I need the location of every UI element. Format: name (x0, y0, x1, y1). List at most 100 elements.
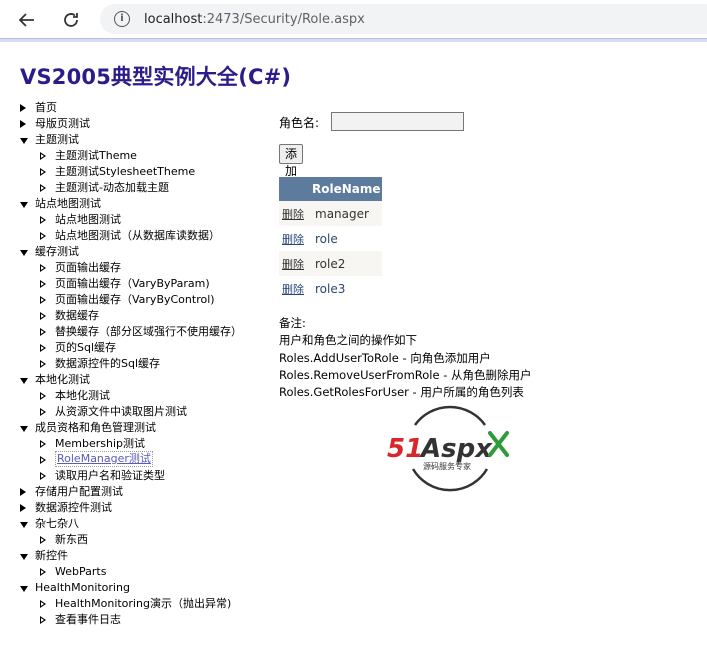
tree-node[interactable]: 站点地图测试（从数据库读数据） (18, 228, 268, 244)
tree-node-label[interactable]: 本地化测试 (35, 372, 90, 388)
tree-node[interactable]: 新控件 (18, 548, 268, 564)
tree-node-label[interactable]: HealthMonitoring演示（抛出异常) (55, 596, 231, 612)
tree-node[interactable]: 页面输出缓存 (18, 260, 268, 276)
tree-node-label[interactable]: 站点地图测试 (55, 212, 121, 228)
delete-cell: 删除 (279, 251, 312, 276)
note-line: 用户和角色之间的操作如下 (279, 333, 417, 348)
tree-node-label[interactable]: 页面输出缓存 (55, 260, 121, 276)
address-bar[interactable]: i localhost:2473/Security/Role.aspx (100, 4, 707, 34)
tree-node-label[interactable]: 新控件 (35, 548, 68, 564)
expand-triangle-icon[interactable] (20, 488, 26, 496)
tree-node-label[interactable]: WebParts (55, 564, 106, 580)
leaf-triangle-icon (40, 280, 46, 288)
tree-node[interactable]: 主题测试Theme (18, 148, 268, 164)
expand-triangle-icon[interactable] (20, 504, 26, 512)
leaf-triangle-icon (40, 312, 46, 320)
tree-node-label[interactable]: 主题测试-动态加载主题 (55, 180, 169, 196)
collapse-triangle-icon[interactable] (20, 522, 28, 528)
grid-header-spacer (279, 177, 312, 201)
tree-node-label[interactable]: 页面输出缓存（VaryByParam) (55, 276, 210, 292)
tree-node-label[interactable]: 本地化测试 (55, 388, 110, 404)
delete-link[interactable]: 删除 (282, 208, 304, 221)
tree-node-label[interactable]: 母版页测试 (35, 116, 90, 132)
tree-node[interactable]: WebParts (18, 564, 268, 580)
delete-link[interactable]: 删除 (282, 283, 304, 296)
grid-row: 删除 role3 (279, 276, 382, 301)
grid-row: 删除 manager (279, 201, 382, 226)
collapse-triangle-icon[interactable] (20, 378, 28, 384)
tree-node[interactable]: 缓存测试 (18, 244, 268, 260)
expand-triangle-icon[interactable] (20, 120, 26, 128)
tree-node-label[interactable]: 主题测试 (35, 132, 79, 148)
expand-triangle-icon[interactable] (20, 104, 26, 112)
tree-node-label[interactable]: 主题测试Theme (55, 148, 137, 164)
collapse-triangle-icon[interactable] (20, 138, 28, 144)
tree-node-label[interactable]: 读取用户名和验证类型 (55, 468, 165, 484)
leaf-triangle-icon (40, 216, 46, 224)
tree-node[interactable]: 页面输出缓存（VaryByParam) (18, 276, 268, 292)
tree-node[interactable]: 首页 (18, 100, 268, 116)
tree-node-label[interactable]: 新东西 (55, 532, 88, 548)
tree-node-label[interactable]: 数据源控件测试 (35, 500, 112, 516)
tree-node[interactable]: 数据源控件的Sql缓存 (18, 356, 268, 372)
collapse-triangle-icon[interactable] (20, 554, 28, 560)
tree-node[interactable]: Membership测试 (18, 436, 268, 452)
delete-link[interactable]: 删除 (282, 233, 304, 246)
tree-node-label[interactable]: 从资源文件中读取图片测试 (55, 404, 187, 420)
tree-node-label[interactable]: 数据源控件的Sql缓存 (55, 356, 160, 372)
tree-node-label[interactable]: 杂七杂八 (35, 516, 79, 532)
collapse-triangle-icon[interactable] (20, 202, 28, 208)
tree-node[interactable]: RoleManager测试 (18, 451, 268, 468)
tree-node[interactable]: 存储用户配置测试 (18, 484, 268, 500)
tree-node[interactable]: HealthMonitoring演示（抛出异常) (18, 596, 268, 612)
tree-node[interactable]: 站点地图测试 (18, 212, 268, 228)
tree-node-label[interactable]: 站点地图测试 (35, 196, 101, 212)
url-text: localhost:2473/Security/Role.aspx (144, 12, 365, 27)
tree-node-label[interactable]: 数据缓存 (55, 308, 99, 324)
collapse-triangle-icon[interactable] (20, 426, 28, 432)
reload-icon[interactable] (58, 7, 84, 33)
url-host: localhost (144, 11, 203, 27)
collapse-triangle-icon[interactable] (20, 250, 28, 256)
tree-node-label[interactable]: 首页 (35, 100, 57, 116)
delete-link[interactable]: 删除 (282, 258, 304, 271)
tree-node[interactable]: 杂七杂八 (18, 516, 268, 532)
tree-node-label[interactable]: 存储用户配置测试 (35, 484, 123, 500)
tree-node[interactable]: 主题测试 (18, 132, 268, 148)
tree-node[interactable]: 页面输出缓存（VaryByControl) (18, 292, 268, 308)
tree-node-label[interactable]: 缓存测试 (35, 244, 79, 260)
tree-node-label[interactable]: 站点地图测试（从数据库读数据） (55, 228, 220, 244)
tree-node[interactable]: HealthMonitoring (18, 580, 268, 596)
back-arrow-icon[interactable] (14, 7, 40, 33)
tree-node-label[interactable]: HealthMonitoring (35, 580, 130, 596)
tree-node-label[interactable]: 成员资格和角色管理测试 (35, 420, 156, 436)
tree-node[interactable]: 数据缓存 (18, 308, 268, 324)
tree-node[interactable]: 主题测试StylesheetTheme (18, 164, 268, 180)
url-path: :2473/Security/Role.aspx (202, 11, 365, 27)
tree-node-label[interactable]: 页面输出缓存（VaryByControl) (55, 292, 215, 308)
collapse-triangle-icon[interactable] (20, 586, 28, 592)
tree-node-label[interactable]: 页的Sql缓存 (55, 340, 116, 356)
tree-node[interactable]: 查看事件日志 (18, 612, 268, 628)
tree-node[interactable]: 从资源文件中读取图片测试 (18, 404, 268, 420)
add-role-button[interactable]: 添加 (279, 144, 304, 178)
tree-node[interactable]: 成员资格和角色管理测试 (18, 420, 268, 436)
tree-node[interactable]: 母版页测试 (18, 116, 268, 132)
leaf-triangle-icon (40, 616, 46, 624)
role-name-input[interactable] (331, 112, 464, 131)
tree-node-label[interactable]: 查看事件日志 (55, 612, 121, 628)
tree-node[interactable]: 数据源控件测试 (18, 500, 268, 516)
tree-node[interactable]: 站点地图测试 (18, 196, 268, 212)
tree-node[interactable]: 页的Sql缓存 (18, 340, 268, 356)
tree-node-label[interactable]: Membership测试 (55, 436, 145, 452)
tree-node[interactable]: 读取用户名和验证类型 (18, 468, 268, 484)
tree-node-label[interactable]: 替换缓存（部分区域强行不使用缓存） (55, 324, 242, 340)
tree-node-label[interactable]: 主题测试StylesheetTheme (55, 164, 195, 180)
tree-node-label[interactable]: RoleManager测试 (55, 451, 153, 467)
info-icon[interactable]: i (114, 11, 130, 27)
tree-node[interactable]: 主题测试-动态加载主题 (18, 180, 268, 196)
tree-node[interactable]: 替换缓存（部分区域强行不使用缓存） (18, 324, 268, 340)
tree-node[interactable]: 本地化测试 (18, 388, 268, 404)
tree-node[interactable]: 新东西 (18, 532, 268, 548)
tree-node[interactable]: 本地化测试 (18, 372, 268, 388)
